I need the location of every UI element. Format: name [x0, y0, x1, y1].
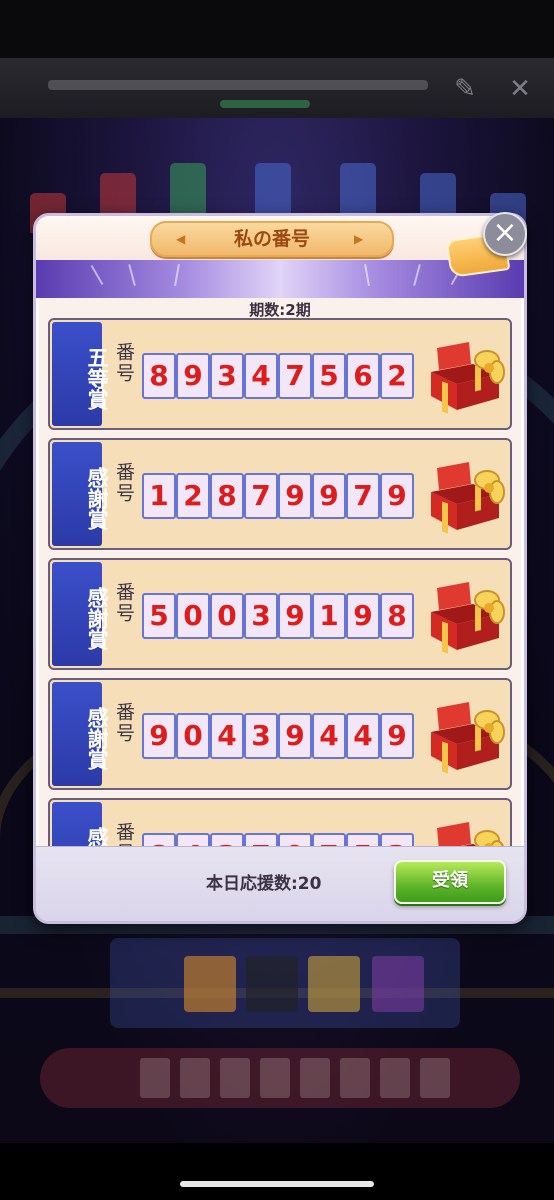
ticket-digit: 1 — [312, 593, 346, 639]
gift-box-icon — [425, 814, 505, 846]
ticket-digit: 9 — [380, 473, 414, 519]
edit-icon: ✎ — [454, 74, 476, 104]
background-header-text — [48, 80, 428, 90]
claim-button[interactable]: 受領 — [394, 860, 506, 904]
home-indicator — [180, 1181, 374, 1187]
ticket-digit: 7 — [278, 353, 312, 399]
ticket-digit: 8 — [142, 353, 176, 399]
my-numbers-dialog: ◀ 私の番号 ▶ 期数:2期 五等賞 番号 8 9 3 4 7 5 6 2 感謝賞 番号 1 2 8 7 9 9 7… — [33, 213, 527, 924]
ticket-digit: 2 — [176, 473, 210, 519]
dialog-footer: 本日応援数:20 受領 — [36, 846, 524, 921]
prize-name: 五等賞 — [85, 346, 109, 410]
ticket-digit: 8 — [380, 593, 414, 639]
prize-tag: 五等賞 — [52, 322, 109, 426]
background-status-text — [220, 100, 310, 108]
ticket-digit: 4 — [346, 713, 380, 759]
gift-box-icon — [425, 454, 505, 534]
daily-support-count: 本日応援数:20 — [206, 874, 322, 894]
ticket-row: 感謝賞 番号 5 0 0 3 9 1 9 8 — [48, 558, 512, 670]
ticket-digit: 9 — [278, 473, 312, 519]
ticket-row: 感謝賞 番号 9 0 4 3 9 4 4 9 — [48, 678, 512, 790]
background-card-panel — [110, 938, 460, 1028]
gift-box-icon — [425, 334, 505, 414]
close-icon[interactable]: × — [483, 212, 527, 256]
ticket-digit: 4 — [312, 713, 346, 759]
number-label: 番号 — [113, 822, 135, 846]
gift-box-icon — [425, 694, 505, 774]
ticket-digit: 4 — [244, 353, 278, 399]
ticket-digit: 9 — [142, 713, 176, 759]
number-label: 番号 — [113, 702, 135, 744]
ticket-digit: 3 — [210, 353, 244, 399]
ticket-digit: 9 — [278, 713, 312, 759]
ticket-digit: 9 — [312, 473, 346, 519]
right-arrow-icon: ▶ — [354, 232, 364, 246]
prize-tag: 感謝賞 — [52, 802, 109, 846]
ticket-digit: 5 — [346, 833, 380, 846]
number-label: 番号 — [113, 462, 135, 504]
dialog-title-pill: ◀ 私の番号 ▶ — [150, 221, 394, 257]
ticket-digit: 4 — [210, 713, 244, 759]
ticket-digit: 0 — [176, 593, 210, 639]
ticket-digit: 3 — [380, 833, 414, 846]
home-indicator-area — [0, 1143, 554, 1200]
ticket-digit: 3 — [244, 713, 278, 759]
ticket-digit: 8 — [142, 833, 176, 846]
prize-name: 感謝賞 — [85, 706, 109, 770]
ticket-digit: 7 — [244, 833, 278, 846]
ticket-digit: 0 — [210, 593, 244, 639]
ticket-digit: 3 — [210, 833, 244, 846]
number-label: 番号 — [113, 342, 135, 384]
number-label: 番号 — [113, 582, 135, 624]
gift-box-icon — [425, 574, 505, 654]
ticket-digit: 5 — [312, 353, 346, 399]
ticket-digit: 8 — [210, 473, 244, 519]
ticket-digit: 2 — [380, 353, 414, 399]
ticket-digit: 4 — [176, 833, 210, 846]
ticket-digit: 9 — [278, 593, 312, 639]
ticket-digit: 9 — [278, 833, 312, 846]
prize-name: 感謝賞 — [85, 466, 109, 530]
ticket-digit: 7 — [346, 473, 380, 519]
prize-name: 感謝賞 — [85, 586, 109, 650]
ticket-digit: 3 — [244, 593, 278, 639]
ticket-digit: 5 — [142, 593, 176, 639]
status-bar — [0, 0, 554, 58]
background-number-strip — [40, 1048, 520, 1108]
ticket-row: 感謝賞番号84379753 — [48, 798, 512, 846]
ticket-digit: 9 — [176, 353, 210, 399]
ticket-digit: 7 — [312, 833, 346, 846]
ticket-digit: 9 — [380, 713, 414, 759]
prize-tag: 感謝賞 — [52, 682, 109, 786]
background-top-bar: ✎ ✕ — [0, 58, 554, 118]
prize-tag: 感謝賞 — [52, 442, 109, 546]
ticket-row: 五等賞 番号 8 9 3 4 7 5 6 2 — [48, 318, 512, 430]
ticket-row: 感謝賞 番号 1 2 8 7 9 9 7 9 — [48, 438, 512, 550]
ticket-digit: 7 — [244, 473, 278, 519]
ticket-digit: 6 — [346, 353, 380, 399]
ticket-list[interactable]: 五等賞 番号 8 9 3 4 7 5 6 2 感謝賞 番号 1 2 8 7 9 9 7 9 感謝賞 番号 5 0 0 3 9 1 9 8 感… — [36, 301, 524, 846]
background-close-icon: ✕ — [509, 74, 531, 104]
ticket-digit: 1 — [142, 473, 176, 519]
ticket-digit: 9 — [346, 593, 380, 639]
prize-name: 感謝賞 — [62, 810, 112, 847]
ticket-digit: 0 — [176, 713, 210, 759]
prize-tag: 感謝賞 — [52, 562, 109, 666]
